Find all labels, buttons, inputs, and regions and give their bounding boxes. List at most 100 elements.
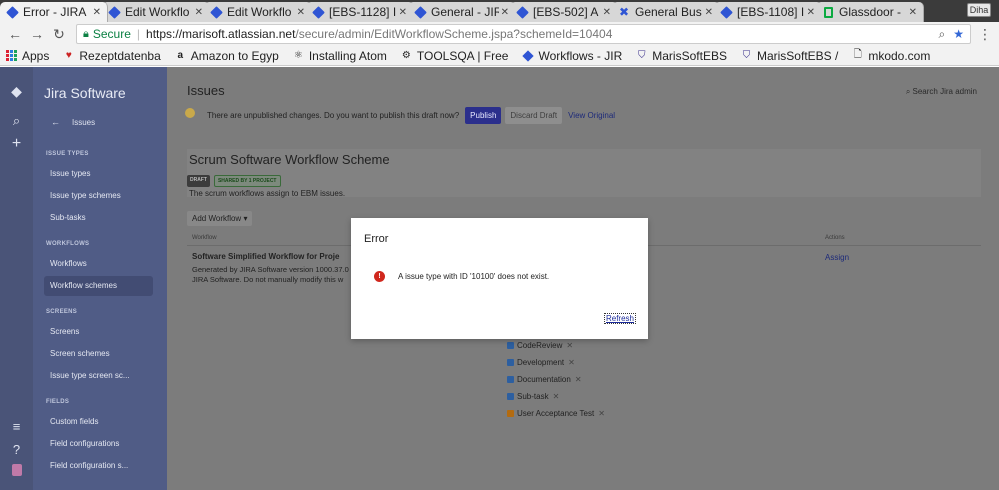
remove-icon[interactable]: ✕ (575, 375, 582, 384)
remove-icon[interactable]: ✕ (553, 392, 560, 401)
jira-favicon-icon (719, 5, 733, 19)
jira-favicon-icon (209, 5, 223, 19)
draft-message: There are unpublished changes. Do you wa… (207, 111, 460, 120)
close-tab-icon[interactable]: ✕ (399, 7, 407, 18)
list-item: CodeReview ✕ (507, 337, 605, 354)
sidebar-item-workflows[interactable]: Workflows (44, 254, 153, 274)
error-message: A issue type with ID '10100' does not ex… (398, 272, 550, 281)
browser-profile-button[interactable]: Diha (967, 3, 991, 17)
browser-tab[interactable]: Edit Workflo ✕ (102, 2, 210, 22)
search-icon: ⌕ (905, 87, 913, 96)
browser-tab[interactable]: [EBS-502] A ✕ (510, 2, 618, 22)
sidebar-item-field-configurations[interactable]: Field configurations (44, 434, 153, 454)
sidebar-item-screen-schemes[interactable]: Screen schemes (44, 344, 153, 364)
browser-tab[interactable]: [EBS-1108] I ✕ (714, 2, 822, 22)
reload-icon[interactable]: ↻ (50, 26, 68, 43)
sidebar-item-issue-type-schemes[interactable]: Issue type schemes (44, 186, 153, 206)
issue-type-icon (507, 359, 514, 366)
bookmark-item[interactable]: ⚛ Installing Atom (293, 49, 387, 63)
scheme-title: Scrum Software Workflow Scheme (189, 152, 390, 167)
create-plus-icon[interactable]: + (0, 135, 33, 153)
close-tab-icon[interactable]: ✕ (705, 7, 713, 18)
bookmark-apps[interactable]: Apps (6, 49, 49, 63)
list-item: User Acceptance Test ✕ (507, 405, 605, 422)
jira-logo-icon[interactable]: ◆ (0, 83, 33, 100)
jira-page: ◆ ⌕ + ≡ ? Jira Software ← Issues ISSUE TY… (0, 67, 999, 490)
close-tab-icon[interactable]: ✕ (501, 7, 509, 18)
close-tab-icon[interactable]: ✕ (603, 7, 611, 18)
bookmark-item[interactable]: Workflows - JIR (522, 49, 622, 63)
browser-tab-strip: Error - JIRA ✕ Edit Workflo ✕ Edit Workflo… (0, 0, 999, 22)
close-tab-icon[interactable]: ✕ (93, 7, 101, 18)
remove-icon[interactable]: ✕ (568, 358, 575, 367)
product-name[interactable]: Jira Software (44, 85, 126, 101)
discard-draft-button[interactable]: Discard Draft (505, 107, 563, 124)
sidebar-item-custom-fields[interactable]: Custom fields (44, 412, 153, 432)
help-icon[interactable]: ? (0, 442, 33, 457)
close-tab-icon[interactable]: ✕ (807, 7, 815, 18)
bookmark-star-icon[interactable]: ★ (953, 27, 964, 42)
publish-button[interactable]: Publish (465, 107, 502, 124)
browser-tab[interactable]: Glassdoor - ✕ (816, 2, 924, 22)
draft-lozenge: DRAFT (187, 175, 210, 187)
sidebar-item-issue-types[interactable]: Issue types (44, 164, 153, 184)
bookmark-item[interactable]: ⛉ MarisSoftEBS / (741, 49, 839, 63)
section-heading: ISSUE TYPES (46, 151, 89, 157)
search-icon[interactable]: ⌕ (0, 113, 33, 129)
hamburger-menu-icon[interactable]: ≡ (0, 419, 33, 434)
browser-menu-icon[interactable]: ⋮ (977, 26, 993, 43)
bookmark-item[interactable]: ⚙ TOOLSQA | Free (401, 49, 509, 63)
browser-tab[interactable]: General - JIR ✕ (408, 2, 516, 22)
bookmark-item[interactable]: a Amazon to Egyp (175, 49, 278, 63)
page-icon: 🗋︎ (853, 49, 862, 60)
bookmark-item[interactable]: ♥ Rezeptdatenba (63, 49, 161, 63)
bookmark-item[interactable]: ⛉ MarisSoftEBS (636, 49, 727, 63)
remove-icon[interactable]: ✕ (598, 409, 605, 418)
workflow-name-link[interactable]: Software Simplified Workflow for Proje (192, 252, 352, 261)
back-arrow-icon[interactable]: ← (6, 26, 24, 42)
glassdoor-favicon-icon (822, 6, 834, 18)
lightbulb-icon (185, 107, 195, 118)
remove-icon[interactable]: ✕ (566, 341, 573, 350)
error-icon: ! (374, 271, 385, 282)
confluence-favicon-icon: ✖ (618, 5, 630, 19)
sidebar-item-sub-tasks[interactable]: Sub-tasks (44, 208, 153, 228)
heart-icon: ♥ (65, 50, 72, 61)
refresh-link[interactable]: Refresh (603, 313, 636, 324)
sidebar-item-workflow-schemes[interactable]: Workflow schemes (44, 276, 153, 296)
view-original-link[interactable]: View Original (568, 111, 615, 120)
lock-icon: 🔒︎ (83, 27, 89, 40)
search-jira-admin[interactable]: ⌕ Search Jira admin (906, 87, 977, 97)
close-tab-icon[interactable]: ✕ (195, 7, 203, 18)
page-title: Issues (187, 83, 225, 98)
jira-favicon-icon (5, 5, 19, 19)
error-dialog: Error ! A issue type with ID '10100' doe… (351, 218, 648, 339)
section-heading: WORKFLOWS (46, 241, 90, 247)
bookmarks-bar: Apps ♥ Rezeptdatenba a Amazon to Egyp ⚛ Ins… (0, 46, 999, 66)
issue-type-icon (507, 342, 514, 349)
shield-icon: ⛉ (742, 50, 751, 61)
browser-tab[interactable]: Error - JIRA ✕ (0, 2, 108, 22)
bookmark-item[interactable]: 🗋︎ mkodo.com (852, 49, 931, 63)
close-tab-icon[interactable]: ✕ (297, 7, 305, 18)
add-workflow-button[interactable]: Add Workflow ▾ (187, 211, 253, 226)
address-bar[interactable]: 🔒︎ Secure | https://marisoft.atlassian.n… (76, 24, 971, 44)
dialog-title: Error (364, 233, 389, 245)
sidebar-item-screens[interactable]: Screens (44, 322, 153, 342)
global-nav: ◆ ⌕ + ≡ ? (0, 67, 33, 490)
jira-favicon-icon (311, 5, 325, 19)
assign-link[interactable]: Assign (825, 253, 849, 262)
avatar[interactable] (0, 464, 33, 479)
browser-tab[interactable]: [EBS-1128] I ✕ (306, 2, 414, 22)
issue-type-icon (507, 393, 514, 400)
zoom-search-icon[interactable]: ⌕ (939, 27, 946, 42)
sidebar-item-issue-type-screen-schemes[interactable]: Issue type screen sc... (44, 366, 153, 386)
close-tab-icon[interactable]: ✕ (909, 7, 917, 18)
forward-arrow-icon[interactable]: → (28, 26, 46, 42)
jira-favicon-icon (522, 49, 534, 62)
browser-tab[interactable]: Edit Workflo ✕ (204, 2, 312, 22)
sidebar-item-field-configuration-schemes[interactable]: Field configuration s... (44, 456, 153, 476)
browser-tab[interactable]: ✖ General Bus ✕ (612, 2, 720, 22)
shared-lozenge[interactable]: SHARED BY 1 PROJECT (213, 175, 281, 187)
back-to-issues-link[interactable]: ← Issues (51, 117, 95, 127)
